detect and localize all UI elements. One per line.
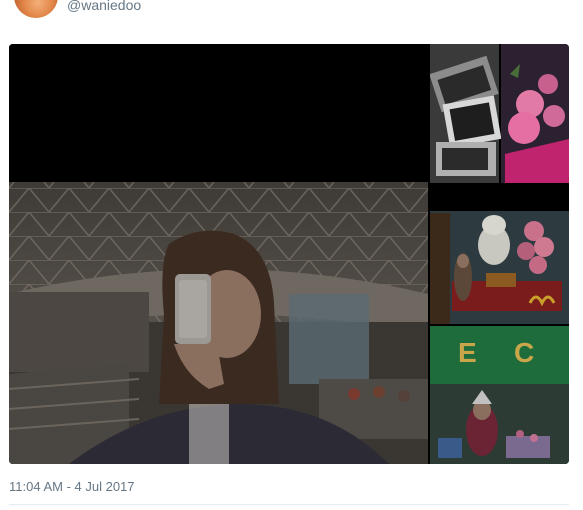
user-handle[interactable]: @waniedoo xyxy=(67,0,141,13)
media-thumb-3[interactable]: E C xyxy=(430,326,569,464)
avatar[interactable] xyxy=(14,0,58,18)
media-thumb-1[interactable] xyxy=(430,44,569,183)
media-grid: E C xyxy=(9,44,569,464)
svg-text:E: E xyxy=(458,337,477,368)
media-main-photo[interactable] xyxy=(9,44,428,464)
tweet-timestamp[interactable]: 11:04 AM - 4 Jul 2017 xyxy=(9,479,135,494)
divider xyxy=(9,504,569,505)
media-thumb-2[interactable] xyxy=(430,185,569,324)
svg-text:C: C xyxy=(514,337,534,368)
